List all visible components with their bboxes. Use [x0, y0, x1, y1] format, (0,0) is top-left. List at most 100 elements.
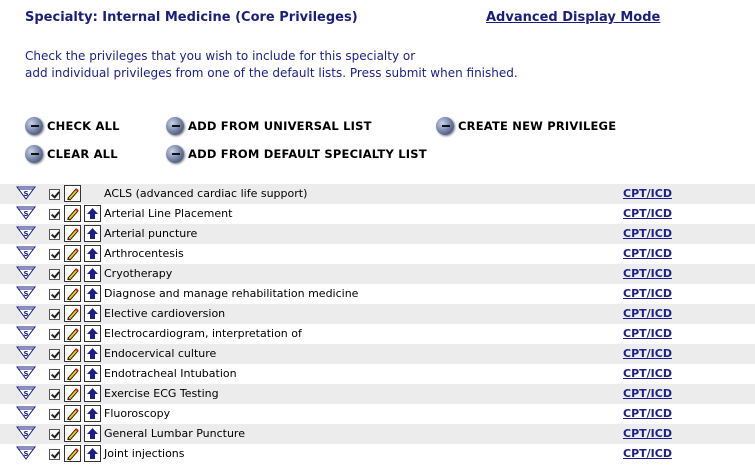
table-row: S Endotracheal Intubation CPT/ICD [0, 364, 755, 384]
table-row: S Arterial puncture CPT/ICD [0, 224, 755, 244]
privilege-checkbox[interactable] [49, 349, 60, 360]
cpt-icd-link[interactable]: CPT/ICD [623, 347, 672, 360]
edit-pencil-icon[interactable] [64, 185, 81, 202]
edit-pencil-icon[interactable] [64, 365, 81, 382]
privilege-checkbox[interactable] [49, 429, 60, 440]
svg-text:S: S [23, 450, 28, 458]
privilege-checkbox[interactable] [49, 189, 60, 200]
privilege-checkbox[interactable] [49, 369, 60, 380]
specialty-funnel-icon[interactable]: S [16, 286, 36, 300]
specialty-funnel-icon[interactable]: S [16, 306, 36, 320]
privilege-name: Joint injections [104, 447, 185, 460]
privilege-checkbox[interactable] [49, 409, 60, 420]
edit-pencil-icon[interactable] [64, 305, 81, 322]
privilege-checkbox[interactable] [49, 229, 60, 240]
edit-pencil-icon[interactable] [64, 445, 81, 462]
edit-pencil-icon[interactable] [64, 325, 81, 342]
cpt-icd-link[interactable]: CPT/ICD [623, 227, 672, 240]
privilege-checkbox[interactable] [49, 249, 60, 260]
table-row: S Joint injections CPT/ICD [0, 444, 755, 464]
add-from-universal-list-button[interactable]: ADD FROM UNIVERSAL LIST [166, 117, 372, 135]
move-up-icon[interactable] [84, 365, 101, 382]
move-up-icon[interactable] [84, 405, 101, 422]
move-up-icon[interactable] [84, 265, 101, 282]
edit-pencil-icon[interactable] [64, 245, 81, 262]
advanced-display-mode-link[interactable]: Advanced Display Mode [486, 10, 660, 25]
cpt-icd-link[interactable]: CPT/ICD [623, 447, 672, 460]
edit-pencil-icon[interactable] [64, 205, 81, 222]
specialty-funnel-icon[interactable]: S [16, 246, 36, 260]
specialty-funnel-icon[interactable]: S [16, 206, 36, 220]
move-up-icon[interactable] [84, 445, 101, 462]
privilege-checkbox[interactable] [49, 209, 60, 220]
move-up-icon[interactable] [84, 425, 101, 442]
privilege-checkbox[interactable] [49, 289, 60, 300]
edit-pencil-icon[interactable] [64, 285, 81, 302]
table-row: S ACLS (advanced cardiac life support) CPT… [0, 184, 755, 204]
specialty-funnel-icon[interactable]: S [16, 226, 36, 240]
edit-pencil-icon[interactable] [64, 345, 81, 362]
privilege-name: Cryotherapy [104, 267, 173, 280]
svg-text:S: S [23, 290, 28, 298]
move-up-icon[interactable] [84, 245, 101, 262]
specialty-funnel-icon[interactable]: S [16, 346, 36, 360]
table-row: S Electrocardiogram, interpretation of CPT… [0, 324, 755, 344]
specialty-funnel-icon[interactable]: S [16, 366, 36, 380]
clear-all-button[interactable]: CLEAR ALL [25, 145, 118, 163]
specialty-funnel-icon[interactable]: S [16, 446, 36, 460]
check-all-button[interactable]: CHECK ALL [25, 117, 120, 135]
check-all-label: CHECK ALL [47, 119, 120, 133]
move-up-icon[interactable] [84, 385, 101, 402]
edit-pencil-icon[interactable] [64, 425, 81, 442]
specialty-funnel-icon[interactable]: S [16, 326, 36, 340]
privilege-name: Arthrocentesis [104, 247, 184, 260]
move-up-icon[interactable] [84, 325, 101, 342]
specialty-funnel-icon[interactable]: S [16, 186, 36, 200]
svg-text:S: S [23, 310, 28, 318]
clear-all-label: CLEAR ALL [47, 147, 118, 161]
svg-text:S: S [23, 330, 28, 338]
move-up-icon[interactable] [84, 225, 101, 242]
cpt-icd-link[interactable]: CPT/ICD [623, 327, 672, 340]
privilege-name: Endocervical culture [104, 347, 217, 360]
move-up-icon[interactable] [84, 345, 101, 362]
page-title: Specialty: Internal Medicine (Core Privi… [25, 10, 358, 25]
privilege-checkbox[interactable] [49, 309, 60, 320]
cpt-icd-link[interactable]: CPT/ICD [623, 367, 672, 380]
privilege-checkbox[interactable] [49, 449, 60, 460]
privilege-name: ACLS (advanced cardiac life support) [104, 187, 308, 200]
cpt-icd-link[interactable]: CPT/ICD [623, 267, 672, 280]
instructions-line-1: Check the privileges that you wish to in… [25, 49, 416, 63]
create-new-privilege-button[interactable]: CREATE NEW PRIVILEGE [436, 117, 616, 135]
cpt-icd-link[interactable]: CPT/ICD [623, 287, 672, 300]
specialty-funnel-icon[interactable]: S [16, 426, 36, 440]
privilege-checkbox[interactable] [49, 329, 60, 340]
edit-pencil-icon[interactable] [64, 405, 81, 422]
svg-text:S: S [23, 350, 28, 358]
cpt-icd-link[interactable]: CPT/ICD [623, 207, 672, 220]
privilege-checkbox[interactable] [49, 269, 60, 280]
table-row: S Arthrocentesis CPT/ICD [0, 244, 755, 264]
cpt-icd-link[interactable]: CPT/ICD [623, 387, 672, 400]
edit-pencil-icon[interactable] [64, 225, 81, 242]
privilege-checkbox[interactable] [49, 389, 60, 400]
add-from-default-specialty-list-button[interactable]: ADD FROM DEFAULT SPECIALTY LIST [166, 145, 427, 163]
privilege-name: General Lumbar Puncture [104, 427, 245, 440]
svg-text:S: S [23, 410, 28, 418]
create-new-label: CREATE NEW PRIVILEGE [458, 119, 617, 133]
move-up-icon[interactable] [84, 305, 101, 322]
edit-pencil-icon[interactable] [64, 265, 81, 282]
table-row: S Endocervical culture CPT/ICD [0, 344, 755, 364]
cpt-icd-link[interactable]: CPT/ICD [623, 307, 672, 320]
specialty-funnel-icon[interactable]: S [16, 266, 36, 280]
cpt-icd-link[interactable]: CPT/ICD [623, 407, 672, 420]
table-row: S Elective cardioversion CPT/ICD [0, 304, 755, 324]
specialty-funnel-icon[interactable]: S [16, 406, 36, 420]
specialty-funnel-icon[interactable]: S [16, 386, 36, 400]
move-up-icon[interactable] [84, 285, 101, 302]
cpt-icd-link[interactable]: CPT/ICD [623, 187, 672, 200]
edit-pencil-icon[interactable] [64, 385, 81, 402]
move-up-icon[interactable] [84, 205, 101, 222]
cpt-icd-link[interactable]: CPT/ICD [623, 247, 672, 260]
cpt-icd-link[interactable]: CPT/ICD [623, 427, 672, 440]
